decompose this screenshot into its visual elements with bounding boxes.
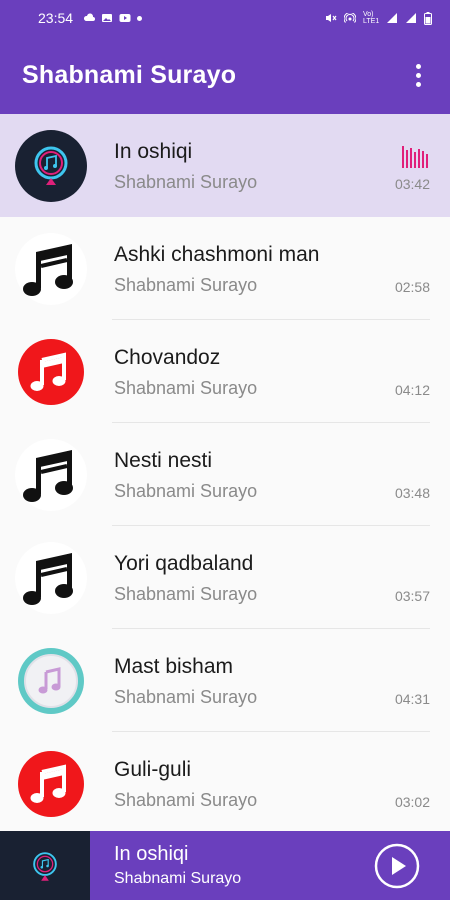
song-title: In oshiqi: [114, 139, 193, 163]
youtube-icon: [119, 14, 131, 22]
song-row[interactable]: Mast bisham Shabnami Surayo 04:31: [0, 629, 450, 732]
player-artist: Shabnami Surayo: [114, 870, 242, 887]
song-duration: 02:58: [394, 278, 430, 295]
music-pin-icon: [0, 831, 90, 900]
equalizer-icon: [402, 144, 428, 168]
song-artist: Shabnami Surayo: [114, 480, 258, 501]
cloud-icon: [83, 13, 96, 21]
dot-icon: [137, 15, 143, 21]
song-duration: 03:57: [394, 587, 430, 604]
status-time: 23:54: [38, 10, 74, 26]
song-title: Yori qadbaland: [114, 551, 254, 575]
mute-icon: [326, 14, 337, 22]
music-note-red-icon: [15, 748, 87, 820]
song-row[interactable]: Yori qadbaland Shabnami Surayo 03:57: [0, 526, 450, 629]
app-bar: Shabnami Surayo: [0, 36, 450, 114]
song-duration: 03:48: [394, 484, 430, 501]
network-label: Vo) LTE1: [363, 11, 380, 25]
song-row[interactable]: Chovandoz Shabnami Surayo 04:12: [0, 320, 450, 423]
itunes-note-icon: [15, 645, 87, 717]
song-title: Chovandoz: [114, 345, 221, 369]
song-list: In oshiqi Shabnami Surayo 03:42 Ashki ch…: [0, 114, 450, 835]
overflow-menu-icon[interactable]: [408, 60, 428, 90]
music-pin-icon: [15, 129, 87, 202]
song-duration: 03:02: [394, 793, 430, 810]
app-title: Shabnami Surayo: [22, 60, 237, 89]
song-row[interactable]: Guli-guli Shabnami Surayo 03:02: [0, 732, 450, 835]
song-duration: 03:42: [394, 175, 430, 192]
signal-icon-2: [406, 13, 416, 23]
song-title: Guli-guli: [114, 757, 192, 781]
song-row[interactable]: Ashki chashmoni man Shabnami Surayo 02:5…: [0, 217, 450, 320]
player-title: In oshiqi: [114, 843, 189, 865]
song-title: Mast bisham: [114, 654, 234, 678]
signal-icon: [387, 13, 397, 23]
song-duration: 04:12: [394, 381, 430, 398]
mini-player[interactable]: In oshiqi Shabnami Surayo: [0, 831, 450, 900]
music-note-red-icon: [15, 336, 87, 408]
status-bar: 23:54 Vo) LTE1 B: [0, 0, 450, 36]
music-note-black-icon: [15, 232, 87, 305]
play-button-icon[interactable]: [374, 843, 420, 889]
hotspot-icon: [344, 13, 356, 23]
song-row[interactable]: Nesti nesti Shabnami Surayo 03:48: [0, 423, 450, 526]
song-title: Ashki chashmoni man: [114, 242, 320, 266]
music-note-black-icon: [15, 541, 87, 614]
music-note-black-icon: [15, 438, 87, 511]
song-artist: Shabnami Surayo: [114, 274, 258, 295]
song-artist: Shabnami Surayo: [114, 171, 258, 192]
song-artist: Shabnami Surayo: [114, 377, 258, 398]
song-title: Nesti nesti: [114, 448, 213, 472]
battery-icon: [424, 11, 432, 25]
song-duration: 04:31: [394, 690, 430, 707]
song-artist: Shabnami Surayo: [114, 583, 258, 604]
song-artist: Shabnami Surayo: [114, 686, 258, 707]
song-artist: Shabnami Surayo: [114, 789, 258, 810]
song-row[interactable]: In oshiqi Shabnami Surayo 03:42: [0, 114, 450, 217]
image-icon: [102, 14, 113, 22]
